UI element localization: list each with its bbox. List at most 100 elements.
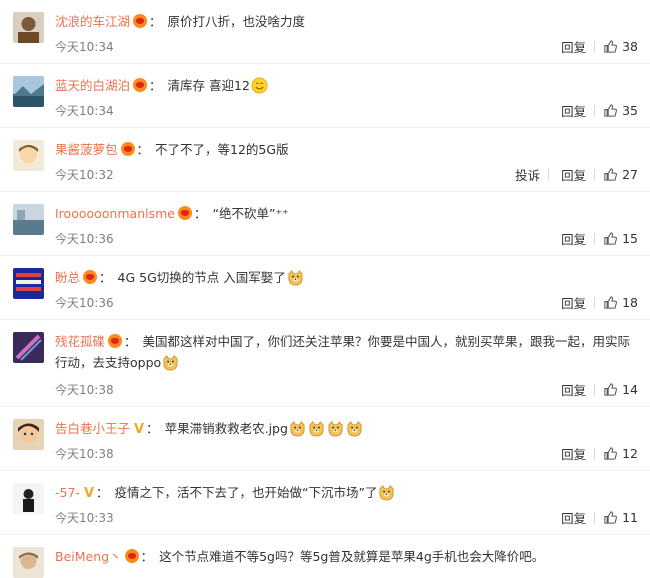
like-count: 27: [622, 167, 638, 182]
verified-v-icon: V: [134, 422, 145, 437]
doge-emoji-icon: [346, 420, 363, 437]
like-button[interactable]: 11: [603, 510, 638, 525]
like-button[interactable]: 14: [603, 382, 638, 397]
doge-emoji-icon: [308, 420, 325, 437]
comment-text: 不了不了，等12的5G版: [155, 142, 289, 157]
comment-text: 疫情之下，活不下去了，也开始做“下沉市场”了: [114, 485, 378, 500]
doge-emoji-icon: [289, 420, 306, 437]
colon: ：: [140, 549, 154, 564]
colon: ：: [136, 142, 150, 157]
timestamp: 今天10:34: [55, 40, 114, 54]
timestamp: 今天10:36: [55, 296, 114, 310]
avatar[interactable]: [13, 140, 44, 171]
comment-text: 这个节点难道不等5g吗？等5g普及就算是苹果4g手机也会大降价吧。: [159, 549, 545, 564]
comment-item: 残花孤碟 ：美国都这样对中国了，你们还关注苹果？你要是中国人，就别买苹果，跟我一起…: [0, 320, 650, 407]
like-button[interactable]: 12: [603, 446, 638, 461]
member-heart-icon: [133, 78, 148, 92]
username-link[interactable]: 蓝天的白湖泊: [55, 78, 130, 93]
like-count: 38: [622, 39, 638, 54]
report-button[interactable]: 投诉: [515, 165, 540, 184]
timestamp: 今天10:33: [55, 511, 114, 525]
member-heart-icon: [124, 549, 139, 563]
username-link[interactable]: Iroooooonmanlsme: [55, 206, 175, 221]
timestamp: 今天10:38: [55, 383, 114, 397]
username-link[interactable]: 沈浪的车江湖: [55, 14, 130, 29]
colon: ：: [146, 421, 159, 436]
comment-text: 原价打八折，也没啥力度: [167, 14, 306, 29]
member-heart-icon: [177, 206, 192, 220]
comment-text: 4G 5G切换的节点 入国军娶了: [117, 270, 286, 285]
thumbs-up-icon: [604, 104, 618, 117]
reply-button[interactable]: 回复: [561, 508, 586, 527]
member-heart-icon: [120, 142, 135, 156]
avatar[interactable]: [13, 332, 44, 363]
reply-button[interactable]: 回复: [561, 380, 586, 399]
thumbs-up-icon: [604, 168, 618, 181]
member-heart-icon: [108, 334, 123, 348]
like-button[interactable]: 18: [603, 295, 638, 310]
timestamp: 今天10:38: [55, 447, 114, 461]
comment-text: 苹果滞销救救老农.jpg: [164, 421, 288, 436]
like-count: 14: [622, 382, 638, 397]
username-link[interactable]: BeiMeng丶: [55, 549, 122, 564]
colon: ：: [149, 78, 162, 93]
reply-button[interactable]: 回复: [561, 165, 586, 184]
timestamp: 今天10:34: [55, 104, 114, 118]
colon: ：: [99, 270, 112, 285]
thumbs-up-icon: [604, 40, 618, 53]
avatar[interactable]: [13, 483, 44, 514]
doge-emoji-icon: [287, 269, 304, 286]
username-link[interactable]: 残花孤碟: [55, 334, 105, 349]
divider: [594, 296, 596, 309]
username-link[interactable]: 告白巷小王子: [55, 421, 130, 436]
username-link[interactable]: -57-: [55, 485, 80, 500]
comment-text: 清库存 喜迎12: [167, 78, 250, 93]
colon: ：: [124, 334, 137, 349]
reply-button[interactable]: 回复: [561, 37, 586, 56]
member-heart-icon: [133, 14, 148, 28]
reply-button[interactable]: 回复: [561, 293, 586, 312]
avatar[interactable]: [13, 204, 44, 235]
comment-item: Iroooooonmanlsme ： “绝不砍单”⁺⁺ 今天10:36 回复 15: [0, 192, 650, 256]
doge-emoji-icon: [327, 420, 344, 437]
divider: [548, 168, 550, 181]
reply-button[interactable]: 回复: [561, 444, 586, 463]
avatar[interactable]: [13, 268, 44, 299]
thumbs-up-icon: [604, 296, 618, 309]
username-link[interactable]: 果酱菠萝包: [55, 142, 118, 157]
smile-emoji-icon: [251, 77, 268, 94]
avatar[interactable]: [13, 12, 44, 43]
username-link[interactable]: 盼总: [55, 270, 80, 285]
comment-item: 果酱菠萝包 ： 不了不了，等12的5G版 今天10:32 投诉 回复 27: [0, 128, 650, 192]
divider: [594, 511, 596, 524]
like-count: 35: [622, 103, 638, 118]
thumbs-up-icon: [604, 447, 618, 460]
reply-button[interactable]: 回复: [561, 229, 586, 248]
comment-text: 美国都这样对中国了，你们还关注苹果？你要是中国人，就别买苹果，跟我一起，用实际行…: [55, 334, 631, 370]
thumbs-up-icon: [604, 383, 618, 396]
timestamp: 今天10:36: [55, 232, 114, 246]
timestamp: 今天10:32: [55, 168, 114, 182]
like-button[interactable]: 15: [603, 231, 638, 246]
thumbs-up-icon: [604, 511, 618, 524]
comment-text: “绝不砍单”⁺⁺: [212, 206, 289, 221]
comment-item: 蓝天的白湖泊 ： 清库存 喜迎12 今天10:34 回复 35: [0, 64, 650, 128]
reply-button[interactable]: 回复: [561, 101, 586, 120]
like-button[interactable]: 35: [603, 103, 638, 118]
divider: [594, 383, 596, 396]
comment-item: 盼总 ： 4G 5G切换的节点 入国军娶了 今天10:36 回复 18: [0, 256, 650, 320]
like-count: 15: [622, 231, 638, 246]
like-button[interactable]: 38: [603, 39, 638, 54]
comment-item: 沈浪的车江湖 ： 原价打八折，也没啥力度 今天10:34 回复 38: [0, 0, 650, 64]
like-button[interactable]: 27: [603, 167, 638, 182]
avatar[interactable]: [13, 419, 44, 450]
colon: ：: [149, 14, 162, 29]
avatar[interactable]: [13, 76, 44, 107]
doge-emoji-icon: [378, 484, 395, 501]
divider: [594, 232, 596, 245]
like-count: 12: [622, 446, 638, 461]
divider: [594, 40, 596, 53]
avatar[interactable]: [13, 547, 44, 578]
thumbs-up-icon: [604, 232, 618, 245]
like-count: 18: [622, 295, 638, 310]
